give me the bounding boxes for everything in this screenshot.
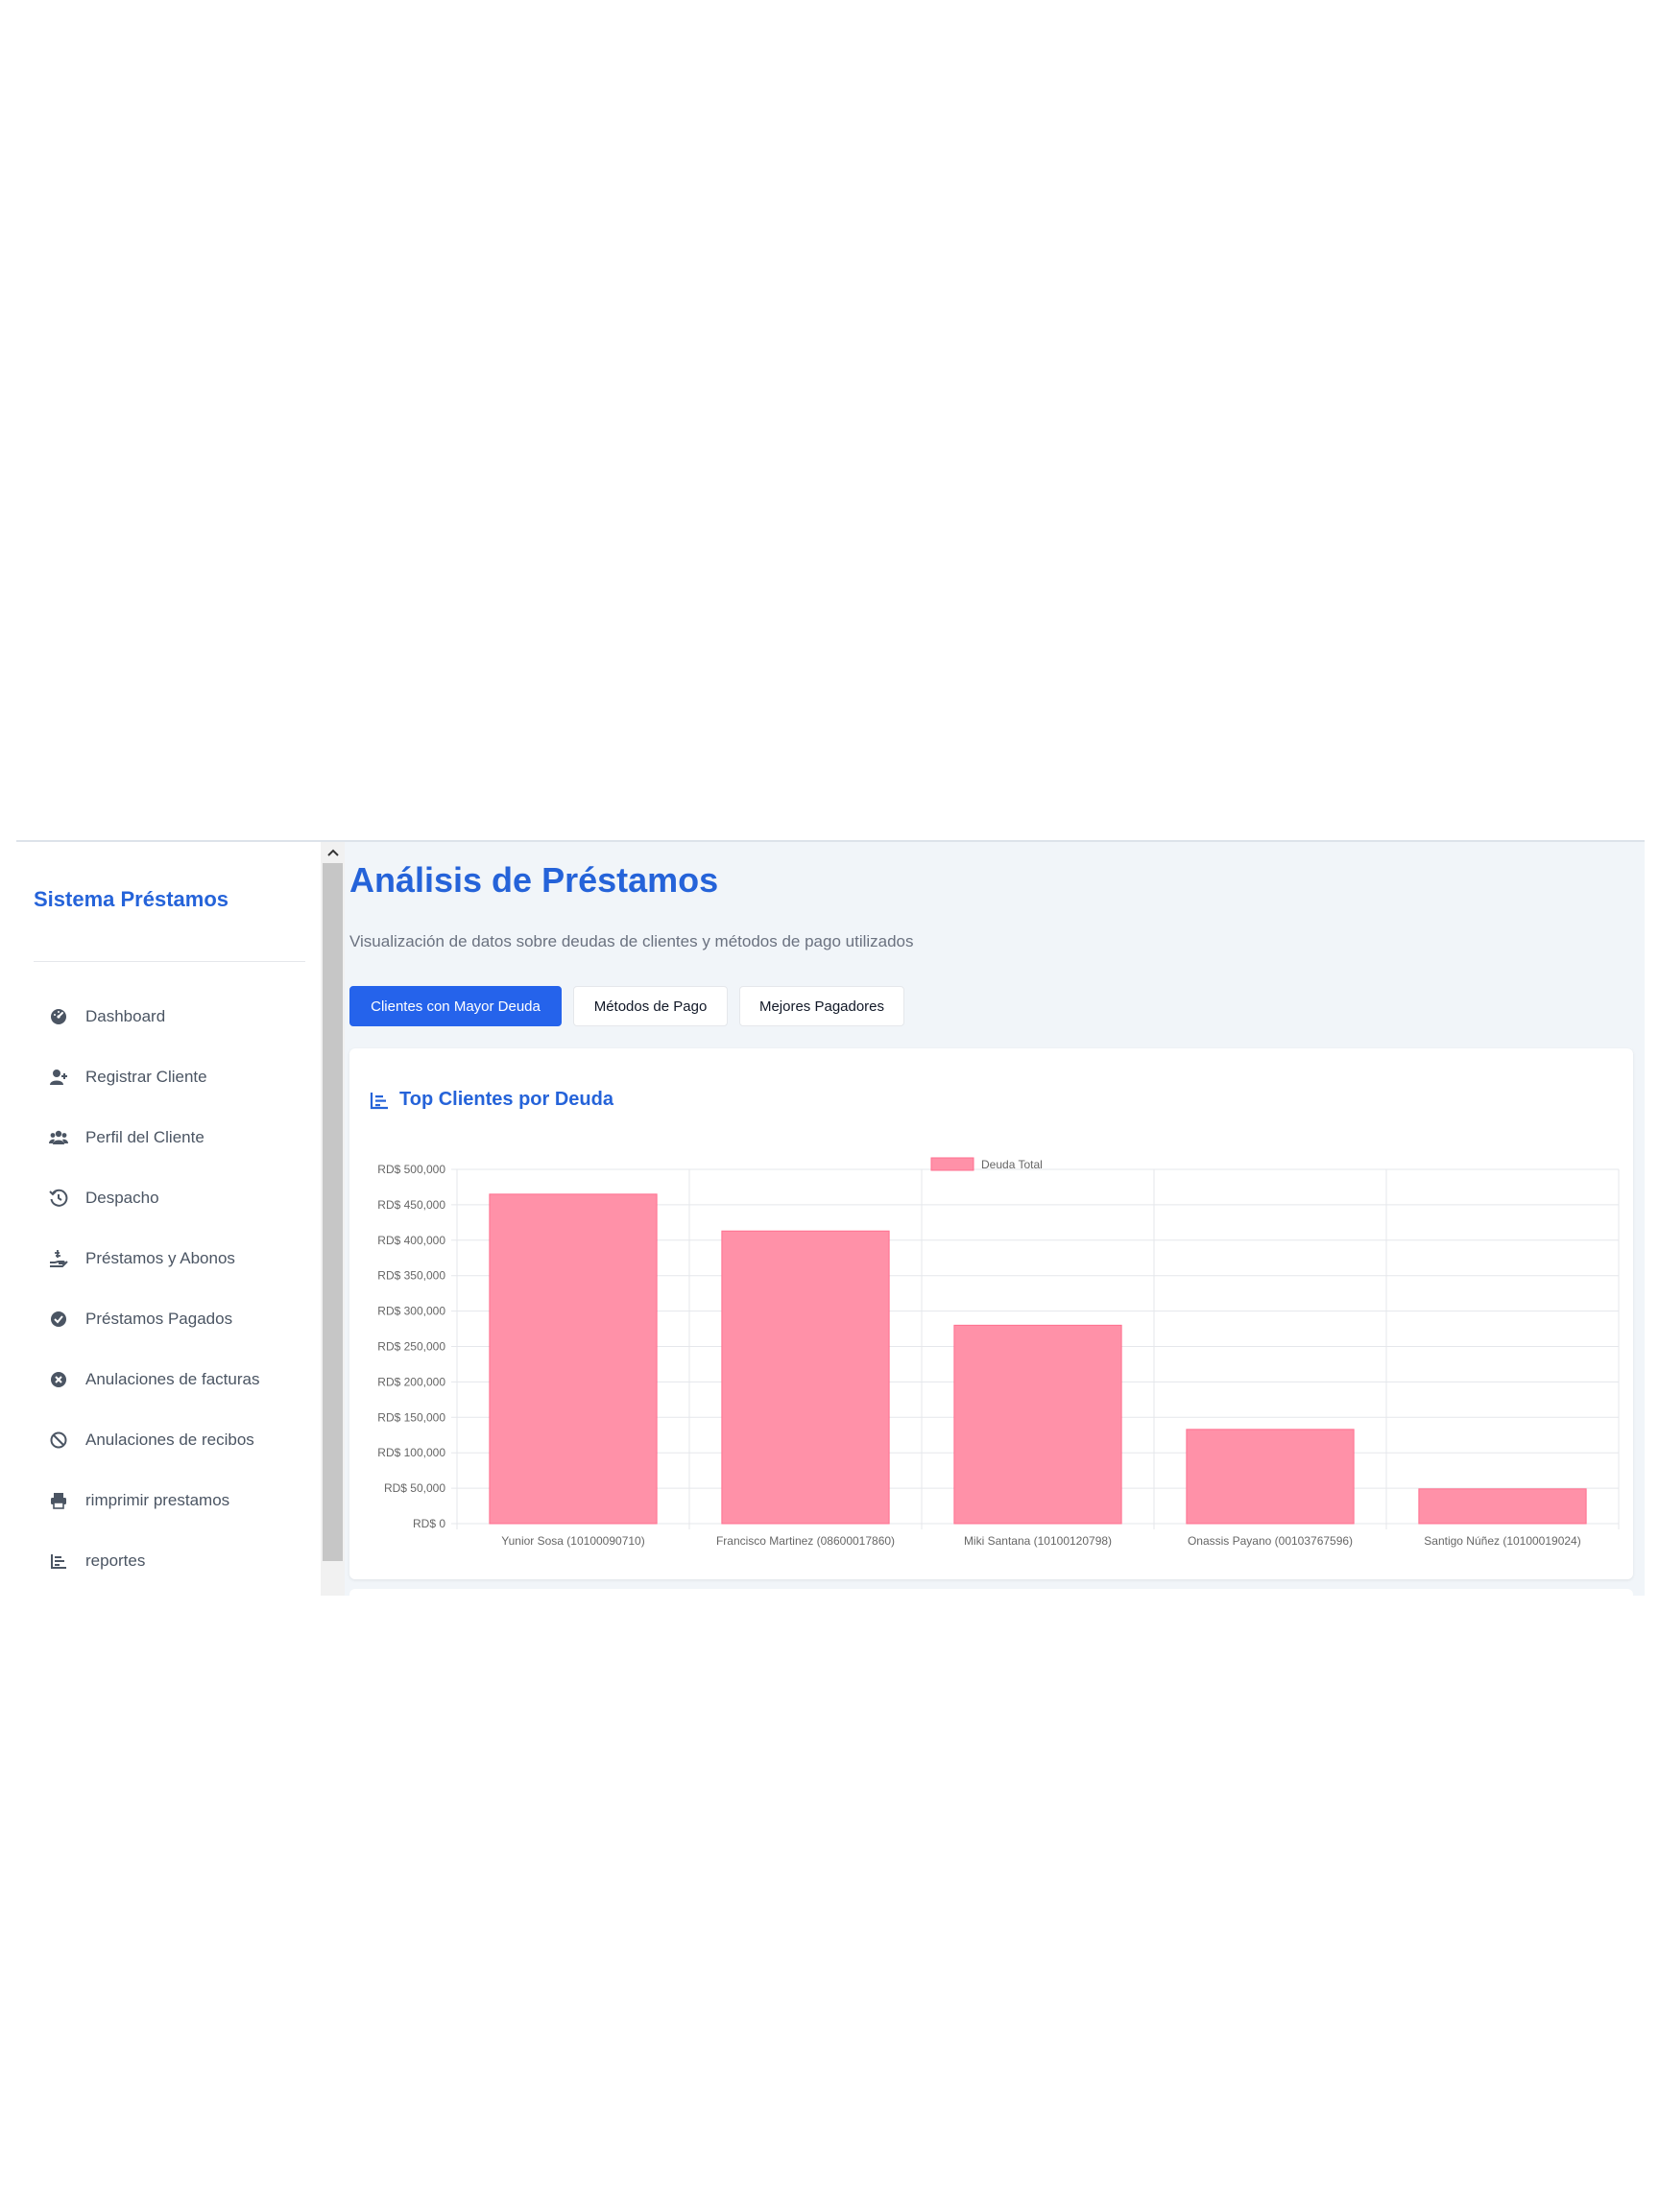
debt-bar-chart: RD$ 0 RD$ 50,000 RD$ 100,000 RD$ 150,000 RD$… [377,1157,1620,1548]
brand-title: Sistema Préstamos [34,887,228,911]
legend-label: Deuda Total [981,1158,1043,1171]
sidebar-item-label: Perfil del Cliente [85,1127,204,1146]
y-tick-label: RD$ 350,000 [377,1269,445,1283]
x-tick-label: Miki Santana (10100120798) [964,1534,1112,1548]
tab-clientes-mayor-deuda[interactable]: Clientes con Mayor Deuda [349,986,562,1026]
tab-metodos-pago[interactable]: Métodos de Pago [573,986,728,1026]
sidebar: Sistema Préstamos Dashboard Registrar Cl… [16,842,319,1596]
sidebar-item-label: Dashboard [85,1006,166,1025]
sidebar-item-reportes[interactable]: reportes [16,1530,319,1591]
sidebar-item-dashboard[interactable]: Dashboard [16,986,319,1046]
y-tick-label: RD$ 200,000 [377,1375,445,1388]
sidebar-item-despacho[interactable]: Despacho [16,1167,319,1228]
x-tick-label: Yunior Sosa (10100090710) [501,1534,644,1548]
x-tick-label: Onassis Payano (00103767596) [1188,1534,1353,1548]
sidebar-item-prestamos-pagados[interactable]: Préstamos Pagados [16,1288,319,1349]
main-content: Análisis de Préstamos Visualización de d… [345,842,1645,1596]
y-tick-label: RD$ 450,000 [377,1198,445,1212]
user-plus-icon [49,1068,68,1087]
y-tick-label: RD$ 250,000 [377,1340,445,1354]
sidebar-item-anulaciones-recibos[interactable]: Anulaciones de recibos [16,1409,319,1470]
ban-icon [49,1431,68,1450]
y-tick-label: RD$ 300,000 [377,1305,445,1318]
y-tick-label: RD$ 400,000 [377,1234,445,1247]
hand-holding-usd-icon [49,1249,68,1268]
bar [489,1193,658,1525]
legend-swatch [930,1157,974,1171]
check-circle-icon [49,1310,68,1329]
dashboard-icon [49,1007,68,1026]
tab-bar: Clientes con Mayor Deuda Métodos de Pago… [349,986,904,1026]
sidebar-nav: Dashboard Registrar Cliente Perfil del C… [16,986,319,1591]
scroll-thumb[interactable] [323,863,343,1561]
card-title-text: Top Clientes por Deuda [399,1089,613,1110]
chart-bar-icon [369,1090,390,1111]
sidebar-item-label: Registrar Cliente [85,1067,207,1086]
sidebar-item-perfil-cliente[interactable]: Perfil del Cliente [16,1107,319,1167]
page-subtitle: Visualización de datos sobre deudas de c… [349,932,914,950]
sidebar-item-label: Préstamos Pagados [85,1309,233,1328]
history-icon [49,1189,68,1208]
bar [953,1324,1122,1525]
card-title: Top Clientes por Deuda [369,1089,613,1111]
sidebar-item-label: Préstamos y Abonos [85,1248,235,1267]
sidebar-divider [34,961,305,962]
next-card-edge [349,1589,1633,1596]
print-icon [49,1491,68,1510]
scroll-up-arrow-icon[interactable] [321,842,345,863]
sidebar-item-registrar-cliente[interactable]: Registrar Cliente [16,1046,319,1107]
page-title: Análisis de Préstamos [349,860,719,900]
sidebar-item-label: Despacho [85,1188,159,1207]
app-window: Sistema Préstamos Dashboard Registrar Cl… [16,840,1645,1596]
users-icon [49,1128,68,1147]
bar [721,1230,890,1525]
sidebar-item-label: Anulaciones de recibos [85,1430,254,1449]
y-tick-label: RD$ 50,000 [384,1481,445,1495]
scrollbar[interactable] [321,842,345,1596]
tab-mejores-pagadores[interactable]: Mejores Pagadores [739,986,904,1026]
sidebar-item-label: reportes [85,1551,146,1570]
sidebar-item-label: rimprimir prestamos [85,1490,230,1509]
bar [1186,1429,1355,1525]
times-circle-icon [49,1370,68,1389]
sidebar-item-label: Anulaciones de facturas [85,1369,260,1388]
chart-card: Top Clientes por Deuda RD$ 0 RD$ 50,000 RD… [349,1048,1633,1579]
sidebar-item-anulaciones-facturas[interactable]: Anulaciones de facturas [16,1349,319,1409]
x-tick-label: Santigo Núñez (10100019024) [1424,1534,1580,1548]
y-tick-label: RD$ 150,000 [377,1410,445,1424]
y-tick-label: RD$ 100,000 [377,1446,445,1459]
sidebar-item-prestamos-abonos[interactable]: Préstamos y Abonos [16,1228,319,1288]
bar [1418,1488,1587,1525]
y-tick-label: RD$ 0 [413,1517,445,1530]
y-tick-label: RD$ 500,000 [377,1163,445,1176]
x-tick-label: Francisco Martinez (08600017860) [716,1534,895,1548]
sidebar-item-rimprimir-prestamos[interactable]: rimprimir prestamos [16,1470,319,1530]
chart-bar-icon [49,1551,68,1571]
